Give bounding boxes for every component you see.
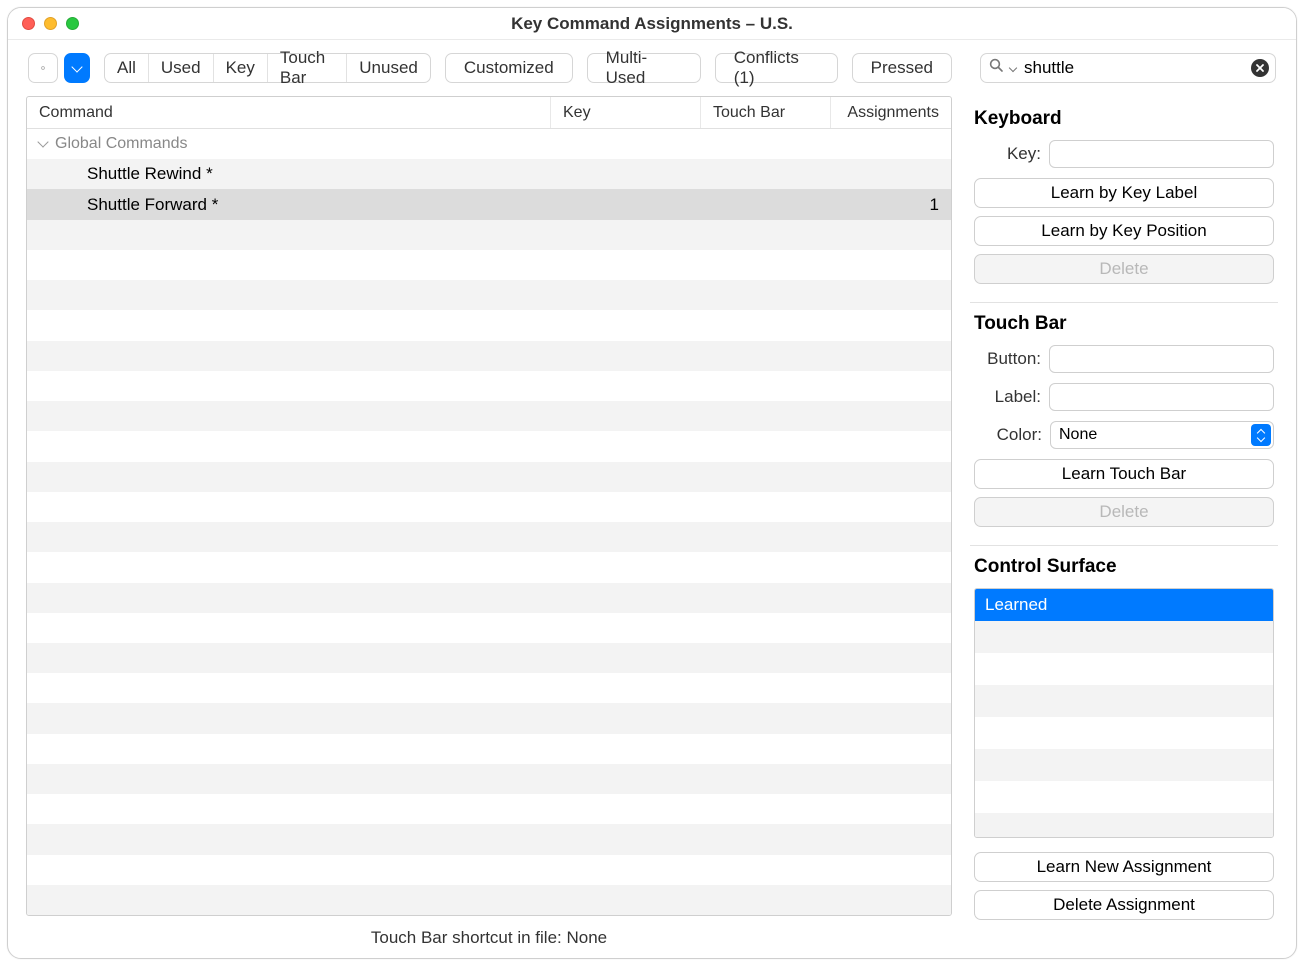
table-row-empty <box>27 492 951 522</box>
table-row-empty <box>27 703 951 733</box>
traffic-lights <box>8 17 79 30</box>
filter-all[interactable]: All <box>105 54 149 82</box>
filter-multi-used[interactable]: Multi-Used <box>587 53 701 83</box>
table-row-empty <box>27 643 951 673</box>
table-row-empty <box>27 401 951 431</box>
touchbar-label-input[interactable] <box>1049 383 1274 411</box>
list-item[interactable]: Learned <box>975 589 1273 621</box>
table-row-empty <box>27 371 951 401</box>
list-item-empty <box>975 685 1273 717</box>
header-assignments[interactable]: Assignments <box>831 97 951 128</box>
label-label: Label: <box>974 387 1041 407</box>
filter-conflicts[interactable]: Conflicts (1) <box>715 53 838 83</box>
table-row-empty <box>27 885 951 915</box>
list-item-empty <box>975 813 1273 838</box>
table-row-empty <box>27 431 951 461</box>
list-item-empty <box>975 781 1273 813</box>
filter-touchbar[interactable]: Touch Bar <box>268 54 347 82</box>
table-row-empty <box>27 280 951 310</box>
inspector-sidebar: Keyboard Key: Learn by Key Label Learn b… <box>970 96 1278 948</box>
list-item-empty <box>975 621 1273 653</box>
titlebar: Key Command Assignments – U.S. <box>8 8 1296 40</box>
color-value: None <box>1059 426 1097 444</box>
touchbar-color-select[interactable]: None <box>1050 421 1274 449</box>
table-row-empty <box>27 794 951 824</box>
learn-touchbar-button[interactable]: Learn Touch Bar <box>974 459 1274 489</box>
command-table-wrap: Command Key Touch Bar Assignments Global… <box>26 96 952 948</box>
touchbar-section: Touch Bar Button: Label: Color: None Le <box>970 302 1278 545</box>
table-row-empty <box>27 341 951 371</box>
table-row-empty <box>27 250 951 280</box>
table-row-empty <box>27 583 951 613</box>
table-row-empty <box>27 734 951 764</box>
keyboard-delete-button: Delete <box>974 254 1274 284</box>
toolbar: All Used Key Touch Bar Unused Customized… <box>8 40 1296 96</box>
search-field[interactable] <box>980 53 1276 83</box>
footer-status: Touch Bar shortcut in file: None <box>26 916 952 948</box>
learn-new-assignment-button[interactable]: Learn New Assignment <box>974 852 1274 882</box>
table-row[interactable]: Shuttle Forward * 1 <box>27 189 951 219</box>
delete-assignment-button[interactable]: Delete Assignment <box>974 890 1274 920</box>
learn-by-key-label-button[interactable]: Learn by Key Label <box>974 178 1274 208</box>
list-item-empty <box>975 717 1273 749</box>
cell-command: Shuttle Forward * <box>27 195 551 215</box>
filter-pressed[interactable]: Pressed <box>852 53 952 83</box>
table-row-empty <box>27 824 951 854</box>
table-row-empty <box>27 855 951 885</box>
header-key[interactable]: Key <box>551 97 701 128</box>
cell-assign: 1 <box>831 195 951 215</box>
touchbar-title: Touch Bar <box>974 313 1274 335</box>
search-scope-dropdown[interactable] <box>1010 58 1018 78</box>
key-input[interactable] <box>1049 140 1274 168</box>
search-icon <box>989 58 1004 78</box>
zoom-button[interactable] <box>66 17 79 30</box>
header-command[interactable]: Command <box>27 97 551 128</box>
keyboard-section: Keyboard Key: Learn by Key Label Learn b… <box>970 98 1278 302</box>
list-item-empty <box>975 749 1273 781</box>
table-row-empty <box>27 522 951 552</box>
touchbar-delete-button: Delete <box>974 497 1274 527</box>
search-input[interactable] <box>1024 58 1245 78</box>
color-label: Color: <box>974 425 1042 445</box>
disclosure-triangle-icon[interactable] <box>35 135 55 153</box>
filter-customized[interactable]: Customized <box>445 53 573 83</box>
minimize-button[interactable] <box>44 17 57 30</box>
clear-search-button[interactable] <box>1251 59 1269 77</box>
filter-unused[interactable]: Unused <box>347 54 430 82</box>
assignments-listbox[interactable]: Learned <box>974 588 1274 838</box>
table-row-empty <box>27 220 951 250</box>
table-row-empty <box>27 764 951 794</box>
command-table: Command Key Touch Bar Assignments Global… <box>26 96 952 916</box>
group-row[interactable]: Global Commands <box>27 129 951 159</box>
touchbar-button-input[interactable] <box>1049 345 1274 373</box>
header-touchbar[interactable]: Touch Bar <box>701 97 831 128</box>
filter-key[interactable]: Key <box>214 54 268 82</box>
keyboard-title: Keyboard <box>974 108 1274 130</box>
window: Key Command Assignments – U.S. All Used … <box>7 7 1297 959</box>
list-item-empty <box>975 653 1273 685</box>
table-row-empty <box>27 673 951 703</box>
table-row[interactable]: Shuttle Rewind * <box>27 159 951 189</box>
window-title: Key Command Assignments – U.S. <box>8 14 1296 34</box>
group-label: Global Commands <box>55 135 188 153</box>
control-surface-title: Control Surface <box>974 556 1274 578</box>
table-row-empty <box>27 462 951 492</box>
cell-command: Shuttle Rewind * <box>27 164 551 184</box>
table-row-empty <box>27 613 951 643</box>
select-arrows-icon <box>1251 424 1271 446</box>
content-area: Command Key Touch Bar Assignments Global… <box>8 96 1296 958</box>
key-label: Key: <box>974 144 1041 164</box>
table-body[interactable]: Global Commands Shuttle Rewind * Shuttle… <box>27 129 951 915</box>
table-row-empty <box>27 310 951 340</box>
table-row-empty <box>27 552 951 582</box>
control-surface-section: Control Surface Learned Learn New Assign… <box>970 545 1278 948</box>
options-button[interactable] <box>28 53 58 83</box>
table-header: Command Key Touch Bar Assignments <box>27 97 951 129</box>
preset-dropdown[interactable] <box>64 53 90 83</box>
filter-segments: All Used Key Touch Bar Unused <box>104 53 431 83</box>
learn-by-key-position-button[interactable]: Learn by Key Position <box>974 216 1274 246</box>
filter-used[interactable]: Used <box>149 54 214 82</box>
button-label: Button: <box>974 349 1041 369</box>
close-button[interactable] <box>22 17 35 30</box>
